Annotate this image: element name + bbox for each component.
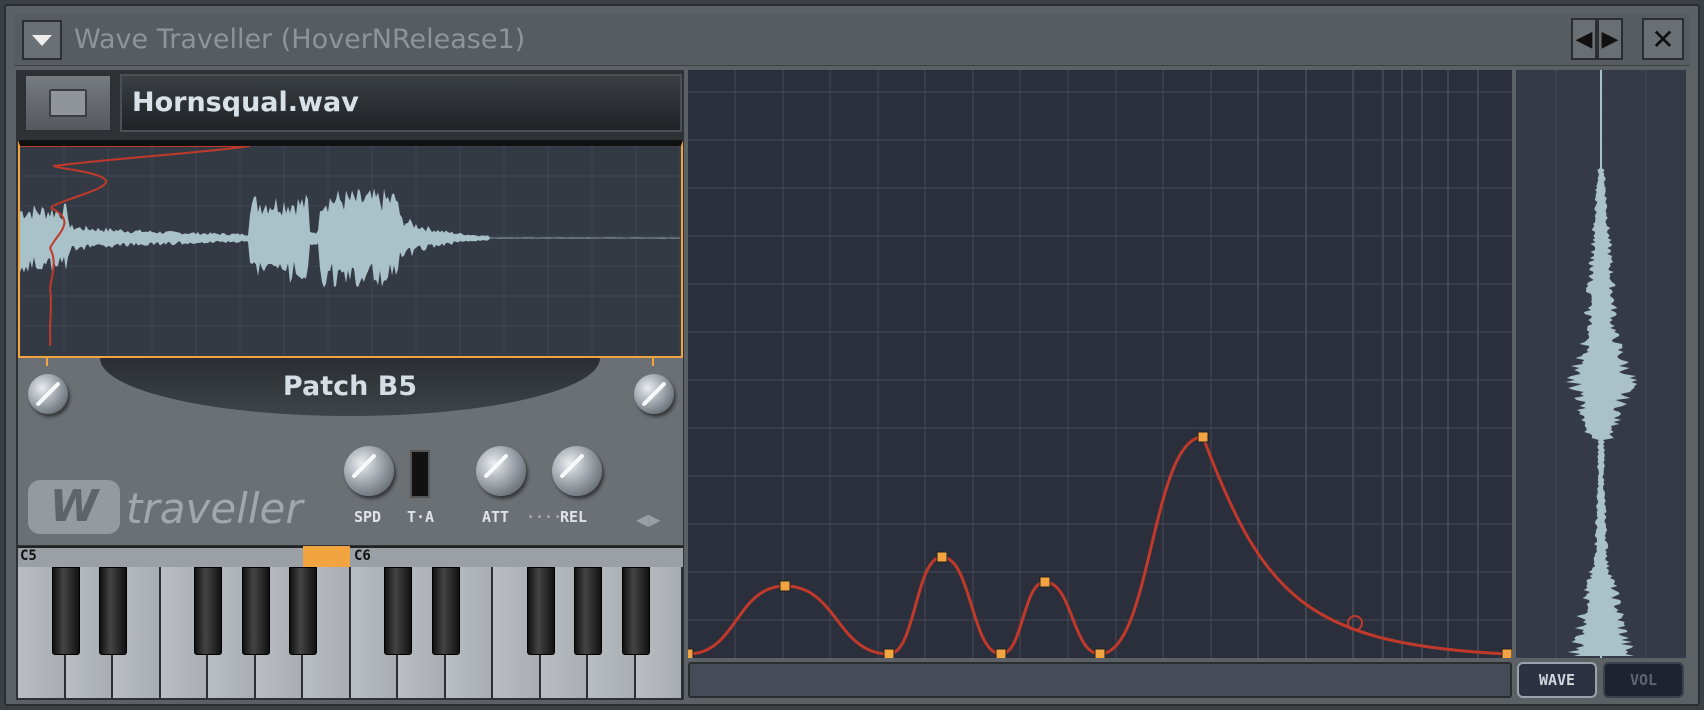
release-knob[interactable] [552, 446, 602, 496]
black-key[interactable] [194, 567, 222, 655]
close-button[interactable]: ✕ [1642, 18, 1684, 60]
speed-label: SPD [354, 508, 382, 526]
arrow-right-icon[interactable]: ▶ [648, 510, 660, 529]
att-rel-link: ···· [526, 508, 563, 526]
volume-waveform-panel [1516, 70, 1686, 658]
envelope-point[interactable] [1094, 648, 1106, 660]
envelope-point[interactable] [995, 648, 1007, 660]
envelope-scrollbar[interactable] [688, 662, 1512, 698]
arrow-left-icon[interactable]: ◀ [636, 510, 648, 529]
end-marker [652, 356, 654, 366]
envelope-point[interactable] [779, 580, 791, 592]
file-name-display[interactable]: Hornsqual.wav [120, 74, 682, 132]
release-label: REL [560, 508, 588, 526]
black-key[interactable] [526, 567, 555, 655]
attack-label: ATT [482, 508, 510, 526]
waveform-display[interactable] [18, 140, 683, 358]
scroll-arrows[interactable]: ◀▶ [636, 510, 661, 529]
speed-knob[interactable] [344, 446, 394, 496]
arrow-left-icon: ◀ [1575, 26, 1593, 52]
logo-mark: W [28, 480, 120, 534]
menu-button[interactable] [22, 20, 62, 60]
envelope-point[interactable] [1039, 576, 1051, 588]
vertical-waveform-graphic [1555, 70, 1647, 658]
black-key[interactable] [431, 567, 460, 655]
envelope-point[interactable] [682, 648, 694, 660]
start-marker [46, 356, 48, 366]
end-knob[interactable] [634, 374, 674, 414]
black-key[interactable] [289, 567, 317, 655]
envelope-graphic [682, 70, 1513, 660]
start-knob[interactable] [28, 374, 68, 414]
black-key[interactable] [241, 567, 270, 655]
tension-handle [1347, 615, 1363, 631]
envelope-point[interactable] [1197, 431, 1209, 443]
attack-knob[interactable] [476, 446, 526, 496]
keyboard-range-bar[interactable] [18, 546, 683, 567]
envelope-editor[interactable] [682, 70, 1513, 660]
piano-keyboard[interactable] [18, 567, 683, 698]
vol-view-button[interactable]: VOL [1603, 662, 1684, 698]
black-key[interactable] [51, 567, 80, 655]
vertical-waveform-shape [1565, 70, 1638, 656]
envelope-point[interactable] [1501, 648, 1513, 660]
black-key[interactable] [99, 567, 127, 655]
black-key[interactable] [621, 567, 650, 655]
octave-label-c5: C5 [20, 548, 37, 564]
folder-icon [49, 89, 87, 117]
open-file-button[interactable] [24, 74, 112, 132]
logo-text: traveller [126, 484, 303, 533]
window-title: Wave Traveller (HoverNRelease1) [74, 24, 526, 55]
prev-button[interactable]: ◀ [1571, 18, 1597, 60]
waveform-graphic [20, 146, 681, 356]
time-attack-switch[interactable] [410, 450, 430, 498]
root-key-marker[interactable] [303, 546, 350, 567]
envelope-curve [687, 435, 1508, 656]
next-button[interactable]: ▶ [1597, 18, 1623, 60]
close-icon: ✕ [1651, 22, 1675, 56]
octave-label-c6: C6 [354, 548, 371, 564]
black-key[interactable] [574, 567, 602, 655]
triangle-down-icon [32, 34, 52, 46]
wave-view-button[interactable]: WAVE [1517, 662, 1597, 698]
time-attack-label: T·A [407, 508, 435, 526]
waveform-shape [20, 188, 680, 288]
black-key[interactable] [384, 567, 412, 655]
envelope-point[interactable] [936, 551, 948, 563]
envelope-point[interactable] [883, 648, 895, 660]
arrow-right-icon: ▶ [1601, 26, 1619, 52]
